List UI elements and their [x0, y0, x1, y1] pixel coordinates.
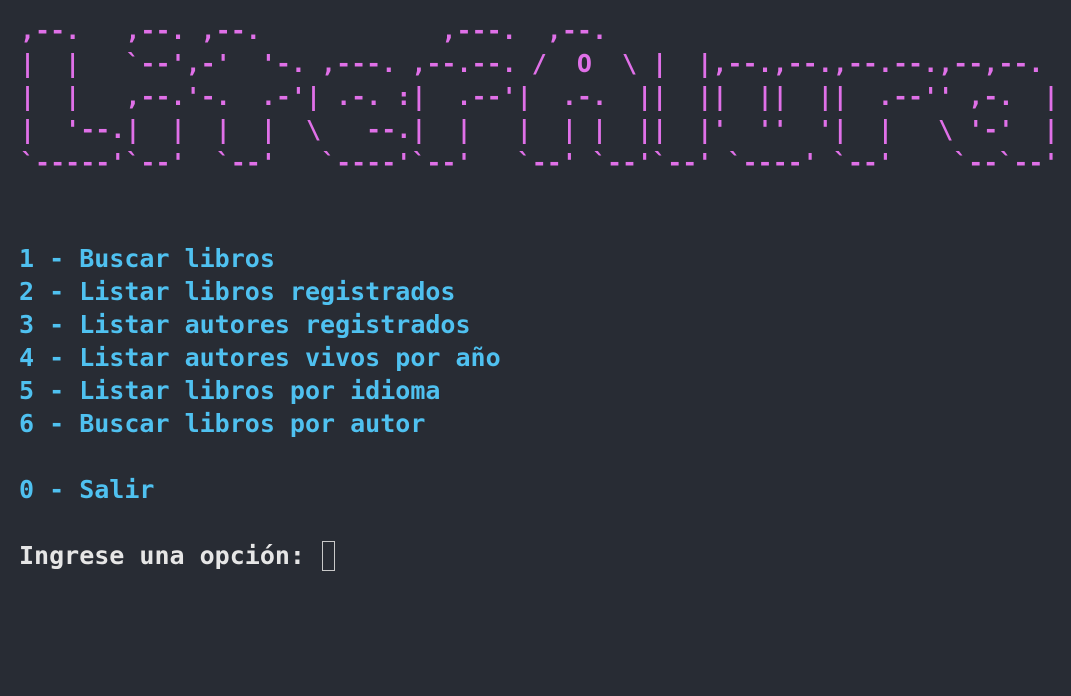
input-prompt[interactable]: Ingrese una opción: [19, 539, 336, 572]
terminal-window: ,--. ,--. ,--. ,---. ,--. | | `--',-' '-… [0, 0, 1071, 696]
menu-option-2: 2 - Listar libros registrados [19, 277, 456, 306]
menu-option-5: 5 - Listar libros por idioma [19, 376, 441, 405]
ascii-banner: ,--. ,--. ,--. ,---. ,--. | | `--',-' '-… [20, 16, 1059, 177]
menu-option-6: 6 - Buscar libros por autor [19, 409, 426, 438]
menu-spacer [19, 440, 501, 473]
text-cursor[interactable] [322, 540, 336, 571]
prompt-label: Ingrese una opción: [19, 541, 321, 570]
options-menu: 1 - Buscar libros 2 - Listar libros regi… [19, 242, 501, 506]
menu-option-3: 3 - Listar autores registrados [19, 310, 471, 339]
menu-option-1: 1 - Buscar libros [19, 244, 275, 273]
menu-option-exit: 0 - Salir [19, 475, 155, 504]
menu-option-4: 4 - Listar autores vivos por año [19, 343, 501, 372]
